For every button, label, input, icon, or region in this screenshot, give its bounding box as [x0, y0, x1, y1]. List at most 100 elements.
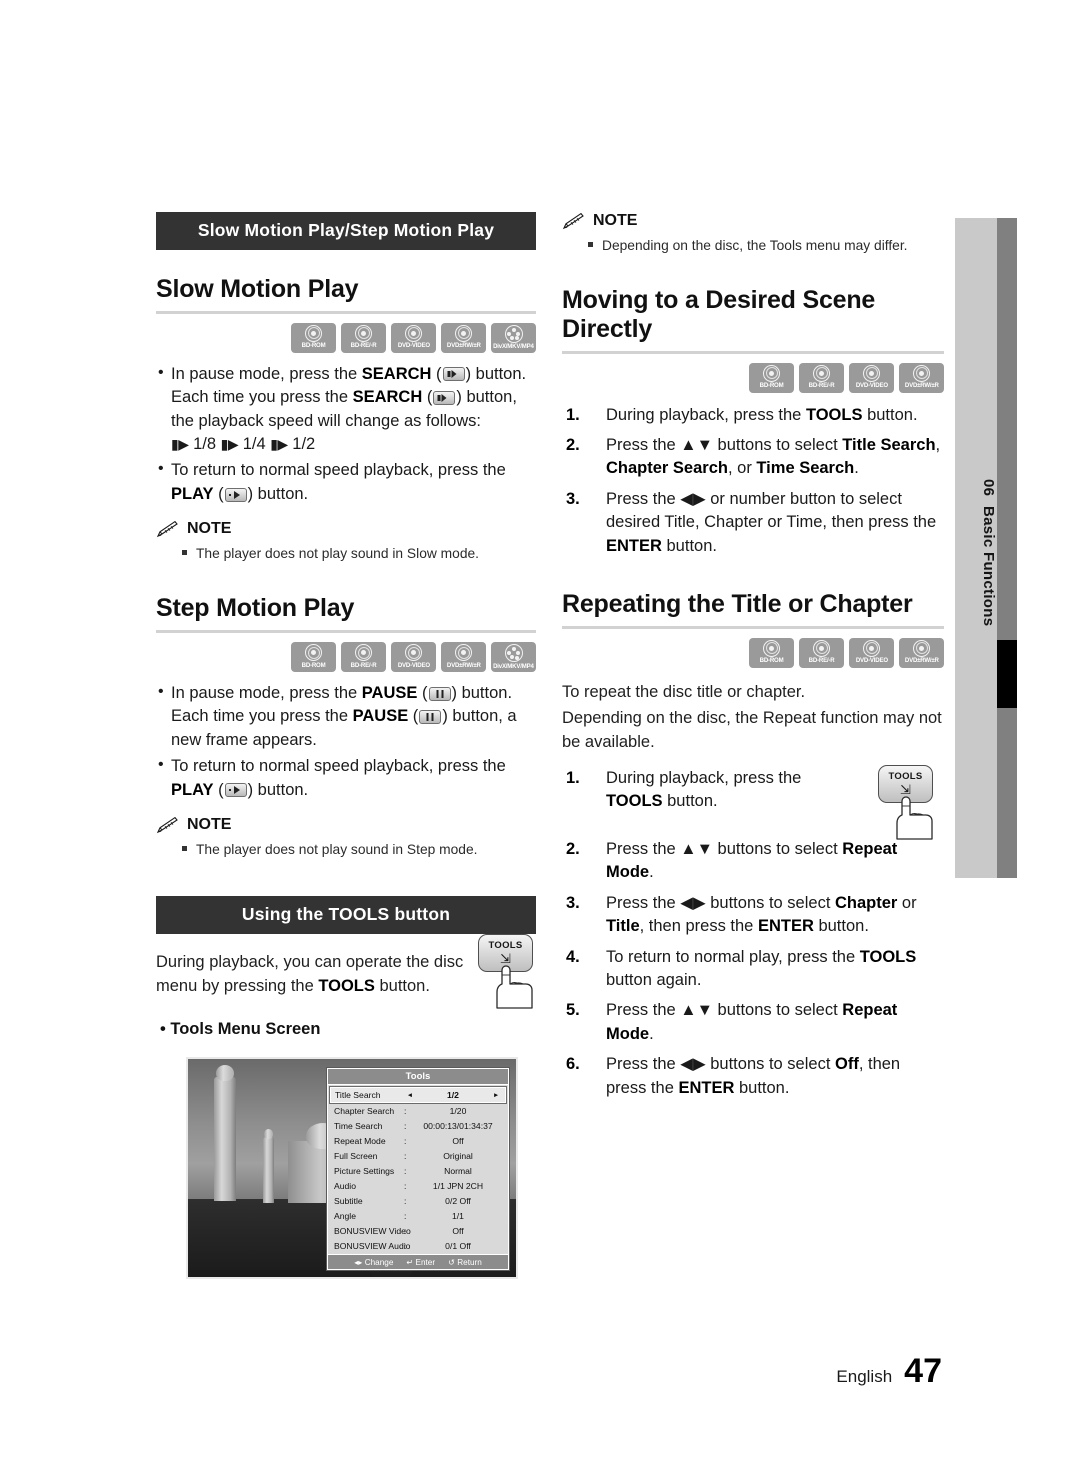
- search-key-icon: [442, 367, 465, 382]
- row-separator: :: [404, 1225, 407, 1236]
- badge-label: BD-ROM: [301, 342, 326, 350]
- badge-bd-re-r: BD-RE/-R: [341, 642, 386, 673]
- tools-row-subtitle[interactable]: Subtitle : 0/2 Off: [330, 1193, 506, 1208]
- heading-rule: [562, 350, 944, 354]
- badge-bd-rom: BD-ROM: [749, 637, 794, 668]
- step-item: 3. Press the ◀▶ buttons to select Chapte…: [562, 892, 944, 939]
- tools-remote-button-illustration: TOOLS ⇲: [878, 765, 940, 840]
- row-separator: :: [404, 1240, 407, 1251]
- note-label: NOTE: [593, 212, 638, 229]
- text: In pause mode, press the: [171, 364, 362, 383]
- disc-icon: [405, 644, 422, 662]
- badge-label: BD-RE/-R: [808, 382, 835, 389]
- list-item: To return to normal speed playback, pres…: [156, 754, 536, 802]
- row-label: Audio: [334, 1180, 356, 1191]
- tools-row-full-screen[interactable]: Full Screen : Original: [330, 1148, 506, 1163]
- repeating-intro-line1: To repeat the disc title or chapter.: [562, 682, 806, 701]
- key-name: TOOLS: [318, 976, 375, 995]
- step-number: 4.: [566, 947, 580, 966]
- row-label: BONUSVIEW Video: [334, 1225, 411, 1236]
- film-reel-icon: [504, 644, 523, 663]
- key-name: SEARCH: [352, 388, 423, 407]
- row-separator: :: [404, 1210, 407, 1221]
- row-label: Title Search: [335, 1090, 381, 1100]
- row-value: 0/1 Off: [445, 1240, 471, 1251]
- tools-row-angle[interactable]: Angle : 1/1: [330, 1208, 506, 1223]
- key-name: PLAY: [171, 780, 214, 799]
- tools-row-audio[interactable]: Audio : 1/1 JPN 2CH: [330, 1178, 506, 1193]
- disc-icon: [863, 364, 880, 382]
- text: button.: [662, 792, 718, 811]
- pencil-icon: [156, 520, 178, 537]
- row-value: 1/1 JPN 2CH: [432, 1180, 484, 1191]
- step-item: 4. To return to normal play, press the T…: [562, 946, 944, 993]
- step-number: 2.: [566, 839, 580, 858]
- chapter-tab-dark: [997, 218, 1017, 878]
- row-separator: :: [404, 1150, 407, 1161]
- row-label: Angle: [334, 1210, 356, 1221]
- tools-row-bonusview-video[interactable]: BONUSVIEW Video : Off: [330, 1223, 506, 1238]
- footer-page-number: 47: [904, 1352, 942, 1390]
- badge-label: DivX/MKV/MP4: [493, 662, 534, 670]
- chapter-title: Basic Functions: [980, 506, 997, 627]
- step-item: 3. Press the ◀▶ or number button to sele…: [562, 488, 944, 558]
- tools-row-chapter-search[interactable]: Chapter Search : 1/20: [330, 1103, 506, 1118]
- heading-repeating-title-chapter: Repeating the Title or Chapter: [562, 590, 913, 619]
- left-arrow-icon[interactable]: ◂: [405, 1091, 415, 1099]
- badge-divx-mkv-mp4: DivX/MKV/MP4: [491, 642, 536, 673]
- step-number: 2.: [566, 435, 580, 454]
- tools-row-repeat-mode[interactable]: Repeat Mode : Off: [330, 1133, 506, 1148]
- text: or: [897, 893, 917, 912]
- page-footer: English 47: [836, 1352, 942, 1391]
- row-separator: :: [404, 1120, 407, 1131]
- heading-rule: [156, 310, 536, 314]
- tools-row-bonusview-audio[interactable]: BONUSVIEW Audio : 0/1 Off: [330, 1238, 506, 1253]
- step-number: 6.: [566, 1055, 580, 1074]
- badge-dvd-video: DVD-VIDEO: [849, 362, 894, 393]
- tools-row-time-search[interactable]: Time Search : 00:00:13/01:34:37: [330, 1118, 506, 1133]
- badge-label: DVD-VIDEO: [855, 382, 888, 389]
- badge-dvd-rw-r: DVD±RW/±R: [899, 637, 944, 668]
- chapter-number: 06: [980, 479, 997, 497]
- row-separator: :: [404, 1105, 407, 1116]
- chapter-tab-text: 06 Basic Functions: [955, 218, 997, 878]
- badge-dvd-rw-r: DVD±RW/±R: [441, 642, 486, 673]
- step-number: 3.: [566, 893, 580, 912]
- row-value: Off: [452, 1135, 464, 1146]
- tools-row-title-search[interactable]: Title Search ◂ 1/2 ▸: [329, 1086, 507, 1104]
- text: During playback, press the: [606, 769, 802, 788]
- text: Press the ◀▶ or number button to select …: [606, 489, 937, 532]
- text: Press the ◀▶ buttons to select: [606, 1055, 835, 1074]
- text: Each time you press the: [171, 388, 353, 407]
- tools-dialog-footer: ◂▸ Change ↵ Enter ↺ Return: [328, 1254, 508, 1269]
- heading-rule: [562, 625, 944, 629]
- badge-label: DVD-VIDEO: [397, 661, 430, 669]
- row-label: Full Screen: [334, 1150, 378, 1161]
- pointing-hand-icon: [896, 796, 933, 840]
- badge-dvd-video: DVD-VIDEO: [391, 642, 436, 673]
- note-tools-menu-differs: NOTE Depending on the disc, the Tools me…: [562, 212, 944, 256]
- pencil-icon: [156, 816, 178, 833]
- list-item: The player does not play sound in Slow m…: [182, 544, 536, 564]
- tools-row-picture-settings[interactable]: Picture Settings : Normal: [330, 1163, 506, 1178]
- step-number: 1.: [566, 405, 580, 424]
- disc-badges-slow: BD-ROM BD-RE/-R DVD-VIDEO DVD±RW/±R DivX…: [156, 322, 536, 353]
- disc-icon: [455, 644, 472, 662]
- badge-label: DVD±RW/±R: [904, 382, 939, 389]
- play-key-icon: [224, 783, 247, 798]
- row-separator: :: [404, 1165, 407, 1176]
- speed-sequence: 1/4: [242, 435, 266, 454]
- text: Press the ▲▼ buttons to select: [606, 839, 843, 858]
- tools-intro-text: During playback, you can operate the dis…: [156, 951, 466, 998]
- text: button.: [813, 917, 869, 936]
- badge-label: BD-ROM: [759, 382, 784, 389]
- step-number: 1.: [566, 769, 580, 788]
- row-separator: :: [404, 1180, 407, 1191]
- right-arrow-icon[interactable]: ▸: [491, 1091, 501, 1099]
- footer-language: English: [836, 1367, 893, 1386]
- badge-dvd-video: DVD-VIDEO: [391, 322, 436, 353]
- text: ) button.: [465, 364, 527, 383]
- text: button.: [661, 536, 717, 555]
- section-band-slow-step: Slow Motion Play/Step Motion Play: [156, 212, 536, 250]
- section-band-using-tools: Using the TOOLS button: [156, 896, 536, 935]
